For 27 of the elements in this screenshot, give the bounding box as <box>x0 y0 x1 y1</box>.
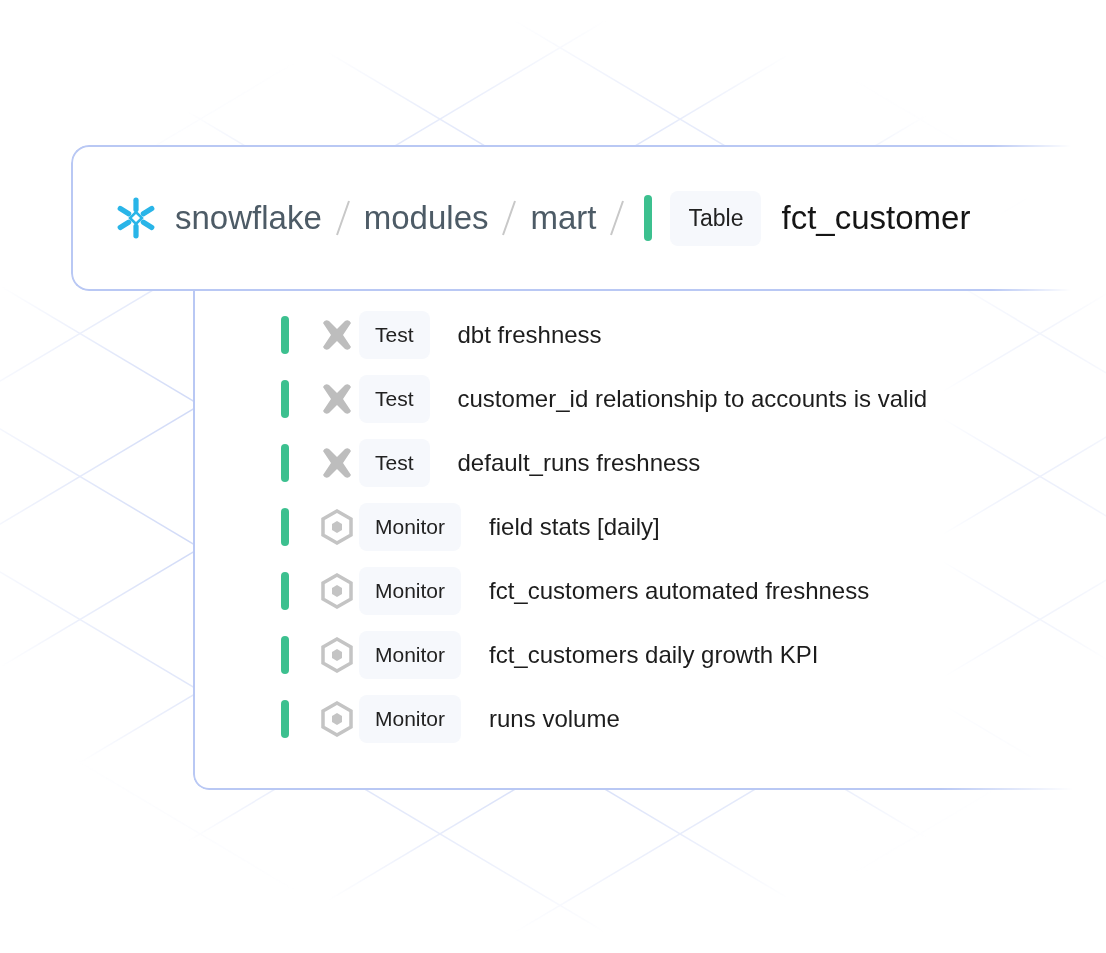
hexagon-icon <box>319 509 355 545</box>
breadcrumb-item[interactable]: modules <box>363 199 489 237</box>
check-name[interactable]: runs volume <box>489 705 620 733</box>
snowflake-icon <box>115 197 157 239</box>
check-name[interactable]: field stats [daily] <box>489 513 660 541</box>
type-badge: Table <box>670 190 762 246</box>
check-name[interactable]: dbt freshness <box>457 321 602 349</box>
type-badge: Monitor <box>359 631 462 679</box>
hexagon-icon <box>319 637 355 673</box>
check-name[interactable]: fct_customers automated freshness <box>489 577 870 605</box>
table-name: fct_customer <box>781 199 971 237</box>
check-name[interactable]: fct_customers daily growth KPI <box>489 641 819 669</box>
slash-separator-icon <box>502 200 517 236</box>
check-name[interactable]: customer_id relationship to accounts is valid <box>457 385 928 413</box>
check-name[interactable]: default_runs freshness <box>457 449 701 477</box>
breadcrumb-item[interactable]: snowflake <box>175 199 322 237</box>
hexagon-icon <box>319 573 355 609</box>
slash-separator-icon <box>610 200 625 236</box>
type-badge: Test <box>359 375 430 423</box>
type-badge: Test <box>359 439 430 487</box>
breadcrumb-item[interactable]: mart <box>530 199 597 237</box>
hexagon-icon <box>319 701 355 737</box>
type-badge: Monitor <box>359 695 462 743</box>
slash-separator-icon <box>335 200 350 236</box>
type-badge: Monitor <box>359 567 462 615</box>
type-badge: Test <box>359 311 430 359</box>
type-badge: Monitor <box>359 503 462 551</box>
